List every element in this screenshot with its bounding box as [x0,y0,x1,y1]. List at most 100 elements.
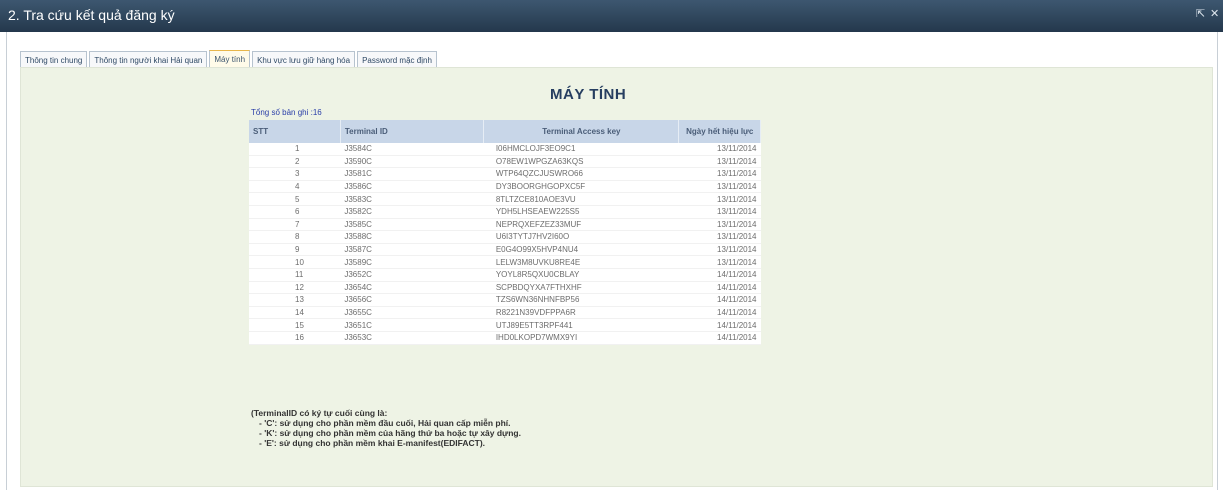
cell-expiry-date: 13/11/2014 [678,167,761,181]
close-icon[interactable]: ✕ [1210,7,1219,20]
cell-access-key: 8TLTZCE810AOE3VU [483,192,679,206]
table-row: 10 J3589C LELW3M8UVKU8RE4E 13/11/2014 [249,255,761,269]
cell-terminal-id: J3654C [340,281,484,295]
table-row: 13 J3656C TZS6WN36NHNFBP56 14/11/2014 [249,293,761,307]
cell-expiry-date: 13/11/2014 [678,243,761,257]
cell-stt: 16 [249,331,341,345]
tab-default-password[interactable]: Password mặc định [357,51,437,68]
table-row: 16 J3653C IHD0LKOPD7WMX9YI 14/11/2014 [249,331,761,345]
cell-expiry-date: 13/11/2014 [678,180,761,194]
notes-heading: (TerminalID có ký tự cuối cùng là: [251,408,388,418]
column-header-stt[interactable]: STT [249,120,341,143]
table-row: 2 J3590C O78EW1WPGZA63KQS 13/11/2014 [249,155,761,169]
cell-terminal-id: J3651C [340,318,484,332]
column-header-terminal-id[interactable]: Terminal ID [340,120,485,143]
table-row: 4 J3586C DY3BOORGHGOPXC5F 13/11/2014 [249,180,761,194]
cell-stt: 13 [249,293,341,307]
cell-terminal-id: J3652C [340,268,484,282]
table-header-row: STT Terminal ID Terminal Access key Ngày… [249,120,761,143]
tab-bar: Thông tin chung Thông tin người khai Hải… [20,50,437,68]
cell-terminal-id: J3585C [340,218,484,232]
cell-expiry-date: 13/11/2014 [678,192,761,206]
table-body: 1 J3584C I06HMCLOJF3EO9C1 13/11/2014 2 J3590C… [249,143,761,345]
cell-access-key: YDH5LHSEAEW225S5 [483,205,679,219]
cell-stt: 6 [249,205,341,219]
cell-access-key: NEPRQXEFZEZ33MUF [483,218,679,232]
cell-stt: 7 [249,218,341,232]
cell-access-key: SCPBDQYXA7FTHXHF [483,281,679,295]
cell-expiry-date: 14/11/2014 [678,318,761,332]
tab-computer[interactable]: Máy tính [209,50,251,67]
terminal-table: STT Terminal ID Terminal Access key Ngày… [249,120,761,345]
cell-terminal-id: J3583C [340,192,484,206]
table-row: 5 J3583C 8TLTZCE810AOE3VU 13/11/2014 [249,192,761,206]
restore-icon[interactable]: ⇱ [1196,7,1205,20]
window-title: 2. Tra cứu kết quả đăng ký [8,7,175,23]
notes-item-e: - 'E': sử dụng cho phần mềm khai E-manif… [259,438,486,448]
cell-stt: 4 [249,180,341,194]
cell-terminal-id: J3588C [340,230,484,244]
cell-access-key: UTJ89E5TT3RPF441 [483,318,679,332]
cell-terminal-id: J3582C [340,205,484,219]
cell-terminal-id: J3584C [340,143,484,156]
cell-stt: 1 [249,143,341,156]
cell-expiry-date: 14/11/2014 [678,281,761,295]
cell-access-key: LELW3M8UVKU8RE4E [483,255,679,269]
cell-expiry-date: 13/11/2014 [678,255,761,269]
cell-expiry-date: 13/11/2014 [678,205,761,219]
cell-expiry-date: 13/11/2014 [678,155,761,169]
cell-access-key: R8221N39VDFPPA6R [483,306,679,320]
cell-stt: 15 [249,318,341,332]
cell-stt: 11 [249,268,341,282]
terminal-id-notes: (TerminalID có ký tự cuối cùng là: - 'C'… [251,408,521,448]
cell-terminal-id: J3653C [340,331,484,345]
cell-expiry-date: 14/11/2014 [678,268,761,282]
cell-access-key: DY3BOORGHGOPXC5F [483,180,679,194]
cell-expiry-date: 13/11/2014 [678,143,761,156]
cell-access-key: IHD0LKOPD7WMX9YI [483,331,679,345]
cell-terminal-id: J3655C [340,306,484,320]
column-header-expiry-date[interactable]: Ngày hết hiệu lực [678,120,761,143]
notes-item-c: - 'C': sử dụng cho phần mềm đầu cuối, Hả… [259,418,511,428]
table-row: 9 J3587C E0G4O99X5HVP4NU4 13/11/2014 [249,243,761,257]
page-title: MÁY TÍNH [550,86,627,103]
cell-stt: 14 [249,306,341,320]
cell-stt: 12 [249,281,341,295]
cell-expiry-date: 14/11/2014 [678,306,761,320]
cell-terminal-id: J3581C [340,167,484,181]
cell-stt: 2 [249,155,341,169]
cell-access-key: WTP64QZCJUSWRO66 [483,167,679,181]
table-row: 3 J3581C WTP64QZCJUSWRO66 13/11/2014 [249,167,761,181]
table-row: 1 J3584C I06HMCLOJF3EO9C1 13/11/2014 [249,143,761,156]
cell-terminal-id: J3586C [340,180,484,194]
window-titlebar: 2. Tra cứu kết quả đăng ký ⇱ ✕ [0,0,1223,32]
column-header-access-key[interactable]: Terminal Access key [483,120,680,143]
cell-access-key: U6I3TYTJ7HV2I60O [483,230,679,244]
cell-stt: 9 [249,243,341,257]
cell-stt: 3 [249,167,341,181]
cell-access-key: O78EW1WPGZA63KQS [483,155,679,169]
cell-stt: 10 [249,255,341,269]
table-row: 6 J3582C YDH5LHSEAEW225S5 13/11/2014 [249,205,761,219]
cell-stt: 5 [249,192,341,206]
table-row: 15 J3651C UTJ89E5TT3RPF441 14/11/2014 [249,318,761,332]
table-row: 14 J3655C R8221N39VDFPPA6R 14/11/2014 [249,306,761,320]
tab-customs-declarant-info[interactable]: Thông tin người khai Hải quan [89,51,208,68]
record-count: Tổng số bản ghi :16 [251,108,322,117]
cell-terminal-id: J3587C [340,243,484,257]
cell-terminal-id: J3590C [340,155,484,169]
cell-expiry-date: 14/11/2014 [678,293,761,307]
cell-stt: 8 [249,230,341,244]
tab-general-info[interactable]: Thông tin chung [20,51,88,68]
cell-expiry-date: 13/11/2014 [678,218,761,232]
cell-terminal-id: J3656C [340,293,484,307]
cell-access-key: TZS6WN36NHNFBP56 [483,293,679,307]
cell-access-key: I06HMCLOJF3EO9C1 [483,143,679,156]
table-row: 7 J3585C NEPRQXEFZEZ33MUF 13/11/2014 [249,218,761,232]
cell-terminal-id: J3589C [340,255,484,269]
cell-expiry-date: 14/11/2014 [678,331,761,345]
cell-access-key: E0G4O99X5HVP4NU4 [483,243,679,257]
tab-goods-storage-area[interactable]: Khu vực lưu giữ hàng hóa [252,51,356,68]
cell-access-key: YOYL8R5QXU0CBLAY [483,268,679,282]
table-row: 11 J3652C YOYL8R5QXU0CBLAY 14/11/2014 [249,268,761,282]
